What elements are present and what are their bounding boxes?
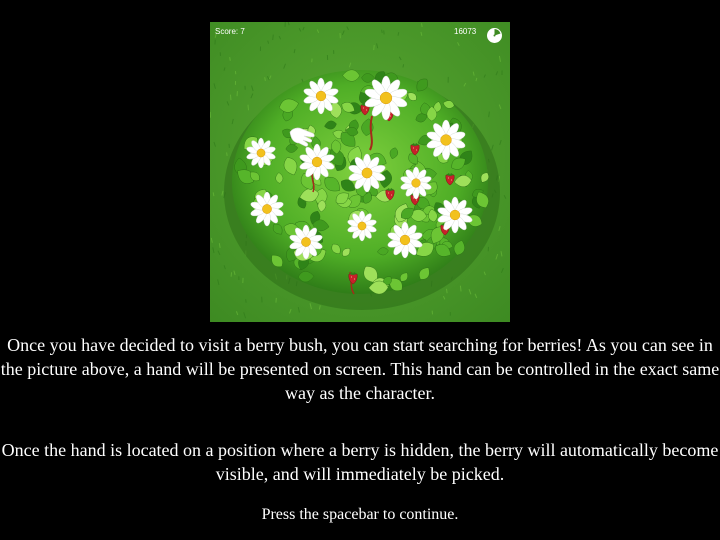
instruction-screen: Score: 7 16073 Once you have decided to …	[0, 0, 720, 540]
clock-icon	[487, 28, 502, 43]
continue-prompt: Press the spacebar to continue.	[261, 506, 459, 523]
instruction-paragraph-1: Once you have decided to visit a berry b…	[0, 335, 720, 403]
game-screenshot: Score: 7 16073	[210, 22, 510, 322]
berry-bush-scene	[210, 22, 510, 322]
score-label: Score: 7	[215, 27, 245, 36]
instruction-paragraph-2: Once the hand is located on a position w…	[1, 440, 719, 484]
timer-label: 16073	[454, 27, 477, 36]
